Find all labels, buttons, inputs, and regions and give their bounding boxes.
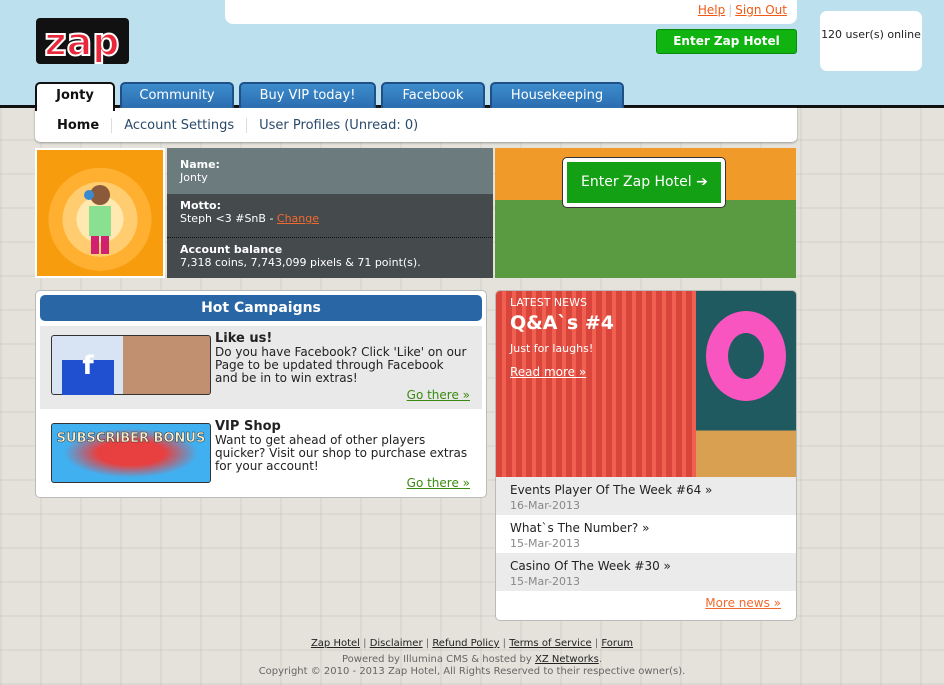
news-summary: Just for laughs!	[510, 342, 594, 355]
footer-link-refund-policy[interactable]: Refund Policy	[432, 638, 499, 649]
go-there-link[interactable]: Go there »	[407, 477, 470, 490]
sub-navigation: Home Account Settings User Profiles (Unr…	[35, 108, 797, 142]
latest-news-label: LATEST NEWS	[510, 296, 587, 309]
hotel-image: Enter Zap Hotel ➔	[495, 148, 796, 278]
separator: |	[728, 3, 733, 17]
profile-info: Name: Jonty Motto: Steph <3 #SnB - Change …	[167, 148, 493, 278]
campaign-title: Like us!	[215, 331, 273, 346]
help-link[interactable]: Help	[698, 3, 725, 17]
powered-by: Powered by Illumina CMS & hosted by	[342, 654, 535, 665]
news-item-date: 15-Mar-2013	[510, 537, 580, 550]
arrow-icon: ➔	[696, 174, 708, 190]
subnav-user-profiles[interactable]: User Profiles (Unread: 0)	[247, 118, 430, 133]
tab-jonty[interactable]: Jonty	[35, 82, 115, 111]
campaign-item: SUBSCRIBER BONUS VIP Shop Want to get ah…	[40, 414, 482, 497]
tab-buy-vip[interactable]: Buy VIP today!	[239, 82, 376, 108]
campaign-title: VIP Shop	[215, 419, 281, 434]
tab-facebook[interactable]: Facebook	[381, 82, 485, 108]
news-image-decoration	[706, 311, 786, 401]
motto-value: Steph <3 #SnB -	[180, 212, 277, 225]
host-link[interactable]: XZ Networks	[535, 654, 599, 665]
enter-hotel-button[interactable]: Enter Zap Hotel	[656, 29, 797, 54]
news-item[interactable]: What`s The Number? » 15-Mar-2013	[496, 515, 796, 553]
news-item[interactable]: Events Player Of The Week #64 » 16-Mar-20…	[496, 477, 796, 515]
hot-campaigns-panel: Hot Campaigns f Like us! Do you have Fac…	[35, 290, 487, 498]
change-motto-link[interactable]: Change	[277, 212, 319, 225]
footer-link-disclaimer[interactable]: Disclaimer	[370, 638, 423, 649]
footer-link-zap-hotel[interactable]: Zap Hotel	[311, 638, 360, 649]
news-headline[interactable]: Q&A`s #4	[510, 312, 614, 334]
go-there-link[interactable]: Go there »	[407, 389, 470, 402]
motto-label: Motto:	[180, 199, 221, 212]
name-label: Name:	[180, 158, 220, 171]
news-item-title[interactable]: Casino Of The Week #30 »	[510, 559, 671, 573]
users-online: 120 user(s) online	[820, 11, 922, 71]
enter-hotel-image-button[interactable]: Enter Zap Hotel ➔	[563, 158, 725, 207]
campaign-item: f Like us! Do you have Facebook? Click '…	[40, 326, 482, 409]
facebook-icon: f	[62, 353, 114, 395]
news-item-date: 15-Mar-2013	[510, 575, 580, 588]
zap-logo[interactable]: zap	[35, 17, 130, 65]
footer-link-terms[interactable]: Terms of Service	[509, 638, 591, 649]
news-item-title[interactable]: Events Player Of The Week #64 »	[510, 483, 712, 497]
read-more-link[interactable]: Read more »	[510, 365, 586, 379]
more-news-link[interactable]: More news »	[496, 591, 796, 615]
footer: Zap Hotel | Disclaimer | Refund Policy |…	[0, 638, 944, 678]
balance-label: Account balance	[180, 243, 283, 256]
balance-value: 7,318 coins, 7,743,099 pixels & 71 point…	[180, 256, 421, 269]
news-item-date: 16-Mar-2013	[510, 499, 580, 512]
tab-community[interactable]: Community	[120, 82, 234, 108]
avatar	[35, 148, 165, 278]
subscriber-bonus-banner: SUBSCRIBER BONUS	[51, 423, 211, 483]
news-panel: LATEST NEWS Q&A`s #4 Just for laughs! Re…	[495, 290, 797, 621]
subnav-home[interactable]: Home	[45, 117, 113, 133]
footer-link-forum[interactable]: Forum	[601, 638, 633, 649]
campaign-text: Want to get ahead of other players quick…	[215, 433, 468, 473]
facebook-banner: f	[51, 335, 211, 395]
subnav-account-settings[interactable]: Account Settings	[112, 117, 248, 133]
news-item[interactable]: Casino Of The Week #30 » 15-Mar-2013	[496, 553, 796, 591]
campaign-text: Do you have Facebook? Click 'Like' on ou…	[215, 345, 467, 385]
tab-housekeeping[interactable]: Housekeeping	[490, 82, 624, 108]
avatar-figure-icon	[84, 185, 111, 254]
sign-out-link[interactable]: Sign Out	[735, 3, 787, 17]
top-bar: Help | Sign Out	[225, 0, 797, 24]
enter-hotel-label: Enter Zap Hotel	[581, 174, 692, 190]
news-item-title[interactable]: What`s The Number? »	[510, 521, 649, 535]
copyright: Copyright © 2010 - 2013 Zap Hotel, All R…	[258, 666, 686, 677]
campaigns-title: Hot Campaigns	[40, 295, 482, 321]
svg-text:zap: zap	[45, 20, 120, 64]
name-value: Jonty	[180, 171, 208, 184]
news-hero: LATEST NEWS Q&A`s #4 Just for laughs! Re…	[496, 291, 796, 477]
